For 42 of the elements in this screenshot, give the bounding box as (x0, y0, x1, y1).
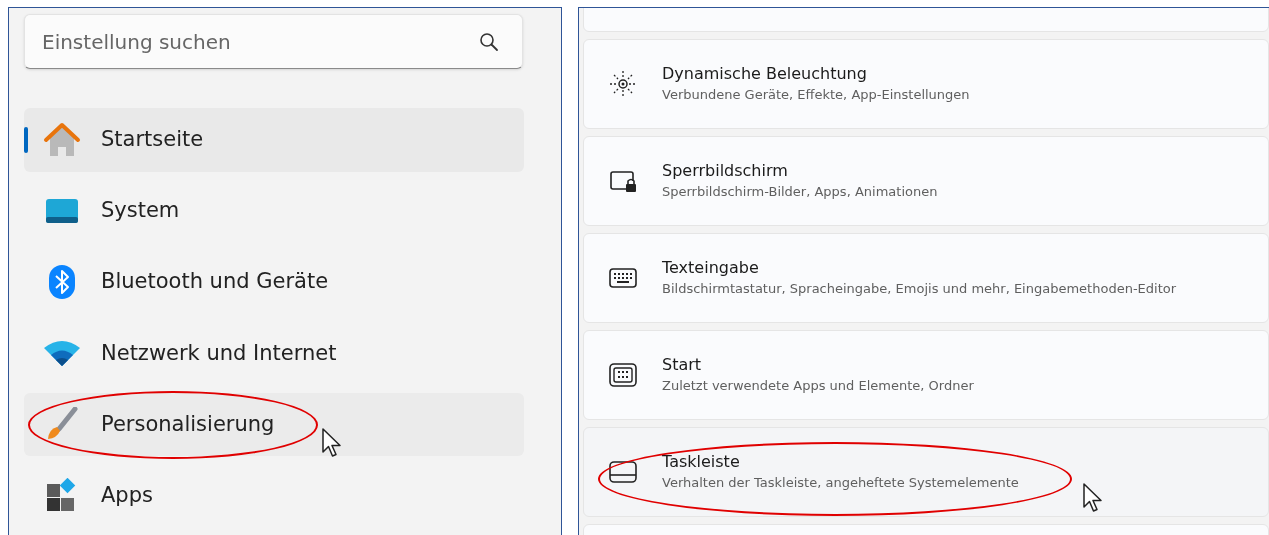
settings-card[interactable]: Sperrbildschirm Sperrbildschirm-Bilder, Apps, Animationen (583, 136, 1269, 226)
nav-item[interactable]: Netzwerk und Internet (24, 321, 524, 385)
setting-description: Zuletzt verwendete Apps und Elemente, Ordner (662, 377, 974, 395)
start-menu-icon (609, 363, 637, 387)
mouse-cursor-icon (322, 427, 344, 458)
nav-label: Apps (101, 481, 153, 509)
setting-description: Bildschirmtastatur, Spracheingabe, Emojis und mehr, Eingabemethoden-Editor (662, 280, 1177, 298)
keyboard-icon (609, 268, 637, 288)
nav-label: System (101, 197, 180, 225)
setting-description: Verbundene Geräte, Effekte, App-Einstellungen (662, 86, 970, 104)
settings-card[interactable] (583, 8, 1269, 32)
light-rays-icon (609, 70, 637, 98)
monitor-icon (44, 198, 79, 225)
nav-item[interactable]: Personalisierung (24, 392, 524, 456)
nav-item[interactable]: Startseite (24, 108, 524, 172)
settings-card[interactable]: Texteingabe Bildschirmtastatur, Spracheingabe, Emojis und mehr, Eingabemethoden-Editor (583, 233, 1269, 323)
setting-title: Taskleiste (662, 451, 741, 473)
nav-label: Netzwerk und Internet (101, 339, 337, 367)
setting-title: Sperrbildschirm (662, 160, 789, 182)
mouse-cursor-icon (1083, 483, 1105, 513)
settings-card[interactable]: Start Zuletzt verwendete Apps und Elemente, Ordner (583, 330, 1269, 420)
nav-item[interactable]: System (24, 179, 524, 243)
selection-indicator (24, 127, 28, 154)
setting-title: Start (662, 354, 703, 376)
nav-label: Bluetooth und Geräte (101, 268, 329, 296)
setting-description: Verhalten der Taskleiste, angeheftete Systemelemente (662, 474, 1019, 492)
nav-label: Startseite (101, 126, 204, 154)
settings-card[interactable]: Dynamische Beleuchtung Verbundene Geräte, Effekte, App-Einstellungen (583, 39, 1269, 129)
taskbar-icon (609, 461, 637, 483)
bluetooth-icon (48, 265, 75, 300)
nav-item[interactable]: Apps (24, 463, 524, 527)
wifi-icon (43, 340, 80, 367)
search-field[interactable]: Einstellung suchen (24, 14, 523, 69)
setting-title: Dynamische Beleuchtung (662, 63, 868, 85)
settings-card[interactable]: Taskleiste Verhalten der Taskleiste, angeheftete Systemelemente (583, 427, 1269, 517)
house-icon (42, 122, 81, 158)
setting-description: Sperrbildschirm-Bilder, Apps, Animationen (662, 183, 938, 201)
search-icon (479, 32, 499, 52)
nav-item[interactable]: Bluetooth und Geräte (24, 250, 524, 314)
setting-title: Texteingabe (662, 257, 760, 279)
lock-screen-icon (609, 169, 637, 193)
nav-label: Personalisierung (101, 410, 275, 438)
